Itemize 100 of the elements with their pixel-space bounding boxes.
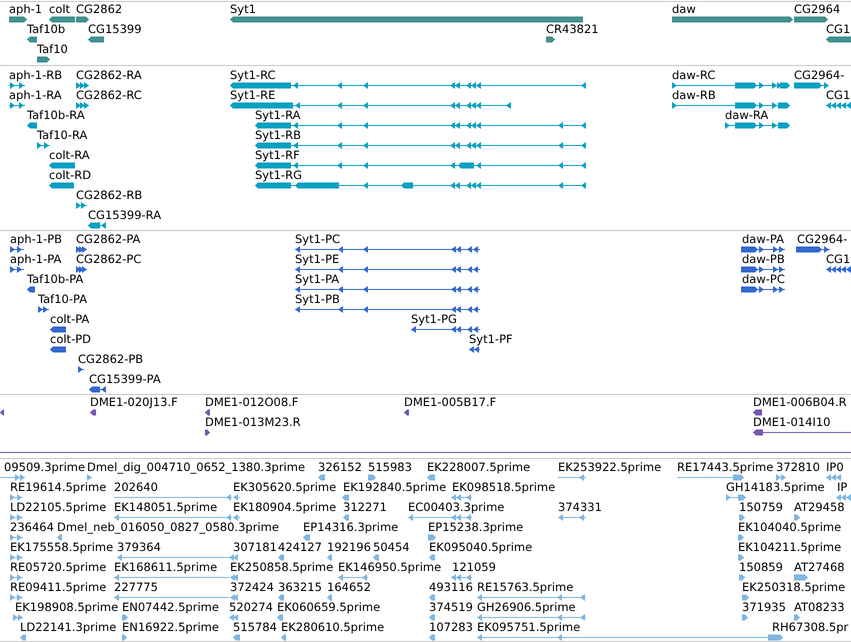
est-label: 372810	[776, 461, 820, 473]
gene-label: CG2862	[76, 3, 122, 15]
protein-label: aph-1-PB	[10, 233, 62, 245]
est-label: RE17443.5prime	[677, 461, 774, 473]
est-label: EK253922.5prime	[558, 461, 662, 473]
est-label: 202640	[114, 481, 158, 493]
transcript-label: colt-RD	[49, 169, 92, 181]
est-label: EK146950.5prime	[338, 561, 442, 573]
est-label: RE05720.5prime	[10, 561, 106, 573]
protein-label: CG2862-PB	[78, 353, 144, 365]
gene-label: daw	[672, 3, 696, 15]
est-label: EK104040.5prime	[738, 521, 842, 533]
protein-label: CG2964-	[797, 233, 848, 245]
transcript-label: daw-RA	[725, 109, 768, 121]
est-label: EP15238.3prime	[428, 521, 524, 533]
transcript-label: Taf10-RA	[37, 129, 88, 141]
est-label: 150759	[739, 501, 783, 513]
est-label: RH67308.5pr	[772, 621, 848, 633]
est-label: 227775	[114, 581, 158, 593]
est-label: 326152	[318, 461, 362, 473]
est-label: 520274	[229, 601, 273, 613]
est-label: EN07442.5prime	[122, 601, 219, 613]
est-label: 515784	[233, 621, 277, 633]
gene-label: CG1	[826, 23, 850, 35]
est-label: Dmel_dig_004710_0652_1380.3prime	[87, 461, 306, 473]
est-label: EK095751.5prime	[477, 621, 580, 633]
est-label: EK060659.5prime	[277, 601, 380, 613]
transcript-label: Syt1-RG	[255, 169, 302, 181]
est-label: EK098518.5prime	[452, 481, 556, 493]
est-label: EK250858.5prime	[230, 561, 334, 573]
est-label: EK305620.5prime	[233, 481, 336, 493]
est-label: AT29458	[794, 501, 845, 513]
est-label: 150859	[739, 561, 783, 573]
gene-label: colt	[49, 3, 70, 15]
transcript-label: Syt1-RC	[230, 69, 276, 81]
transcript-label: CG2862-RB	[76, 189, 142, 201]
gene-label: Taf10b	[27, 23, 66, 35]
protein-label: CG15399-PA	[89, 373, 161, 385]
est-label: 121059	[452, 561, 496, 573]
est-label: EK280610.5prime	[281, 621, 384, 633]
est-label: EN16922.5prime	[122, 621, 219, 633]
protein-label: colt-PD	[50, 333, 92, 345]
est-label: EC00403.3prime	[408, 501, 504, 513]
protein-label: CG1	[826, 253, 850, 265]
transcript-label: Syt1-RB	[255, 129, 301, 141]
clone-end-label: DME1-005B17.F	[404, 396, 496, 408]
est-label: RE09411.5prime	[10, 581, 106, 593]
protein-label: Taf10b-PA	[27, 273, 84, 285]
clone-end-label: DME1-014I10	[753, 416, 830, 428]
est-label: RE19614.5prime	[10, 481, 106, 493]
transcript-label: Syt1-RA	[255, 109, 300, 121]
est-label: LD22105.5prime	[10, 501, 106, 513]
est-label: 107283	[429, 621, 473, 633]
transcript-label: colt-RA	[49, 149, 90, 161]
est-label: EK250318.5prime	[742, 581, 846, 593]
est-label: EK198908.5prime	[15, 601, 118, 613]
est-label: EK175558.5prime	[10, 541, 114, 553]
est-label: EP14316.3prime	[303, 521, 398, 533]
protein-label: CG2862-PC	[76, 253, 142, 265]
transcript-label: Syt1-RE	[230, 89, 276, 101]
gene-label: CR43821	[546, 23, 599, 35]
protein-label: aph-1-PA	[10, 253, 62, 265]
est-label: EK228007.5prime	[427, 461, 530, 473]
clone-end-label: DME1-012O08.F	[205, 396, 298, 408]
est-label: 312271	[343, 501, 387, 513]
transcript-label: Syt1-RF	[255, 149, 300, 161]
gene-label: aph-1	[9, 3, 42, 15]
transcript-label: aph-1-RA	[9, 89, 62, 101]
est-label: 371935	[742, 601, 786, 613]
est-label: AT08233	[794, 601, 845, 613]
est-label: GH14183.5prime	[726, 481, 825, 493]
est-label: 515983	[368, 461, 412, 473]
est-label: AT27468	[794, 561, 845, 573]
gene-label: Syt1	[230, 3, 256, 15]
transcript-label: aph-1-RB	[9, 69, 62, 81]
est-label: RE15763.5prime	[477, 581, 574, 593]
transcript-label: CG2964-	[794, 69, 844, 81]
est-label: EK104211.5prime	[738, 541, 842, 553]
est-label: 363215	[278, 581, 322, 593]
est-label: EK168611.5prime	[114, 561, 218, 573]
est-label: 424127	[278, 541, 322, 553]
protein-label: Syt1-PC	[295, 233, 340, 245]
transcript-label: CG1	[826, 89, 850, 101]
protein-label: colt-PA	[50, 313, 90, 325]
est-label: 164652	[327, 581, 371, 593]
est-label: 236464	[10, 521, 54, 533]
transcript-label: daw-RB	[672, 89, 716, 101]
est-label: 379364	[117, 541, 161, 553]
est-label: 307181	[233, 541, 277, 553]
est-label: Dmel_neb_016050_0827_0580.3prime	[57, 521, 279, 533]
protein-label: Syt1-PB	[295, 293, 340, 305]
est-label: 192196	[327, 541, 371, 553]
protein-label: daw-PA	[742, 233, 784, 245]
est-label: IP0	[826, 461, 844, 473]
est-label: LD22141.3prime	[20, 621, 116, 633]
gene-label: CG2964	[794, 3, 840, 15]
est-label: 372424	[230, 581, 274, 593]
clone-end-label: DME1-020J13.F	[90, 396, 178, 408]
clone-end-label: DME1-013M23.R	[205, 416, 301, 428]
est-label: EK095040.5prime	[429, 541, 532, 553]
